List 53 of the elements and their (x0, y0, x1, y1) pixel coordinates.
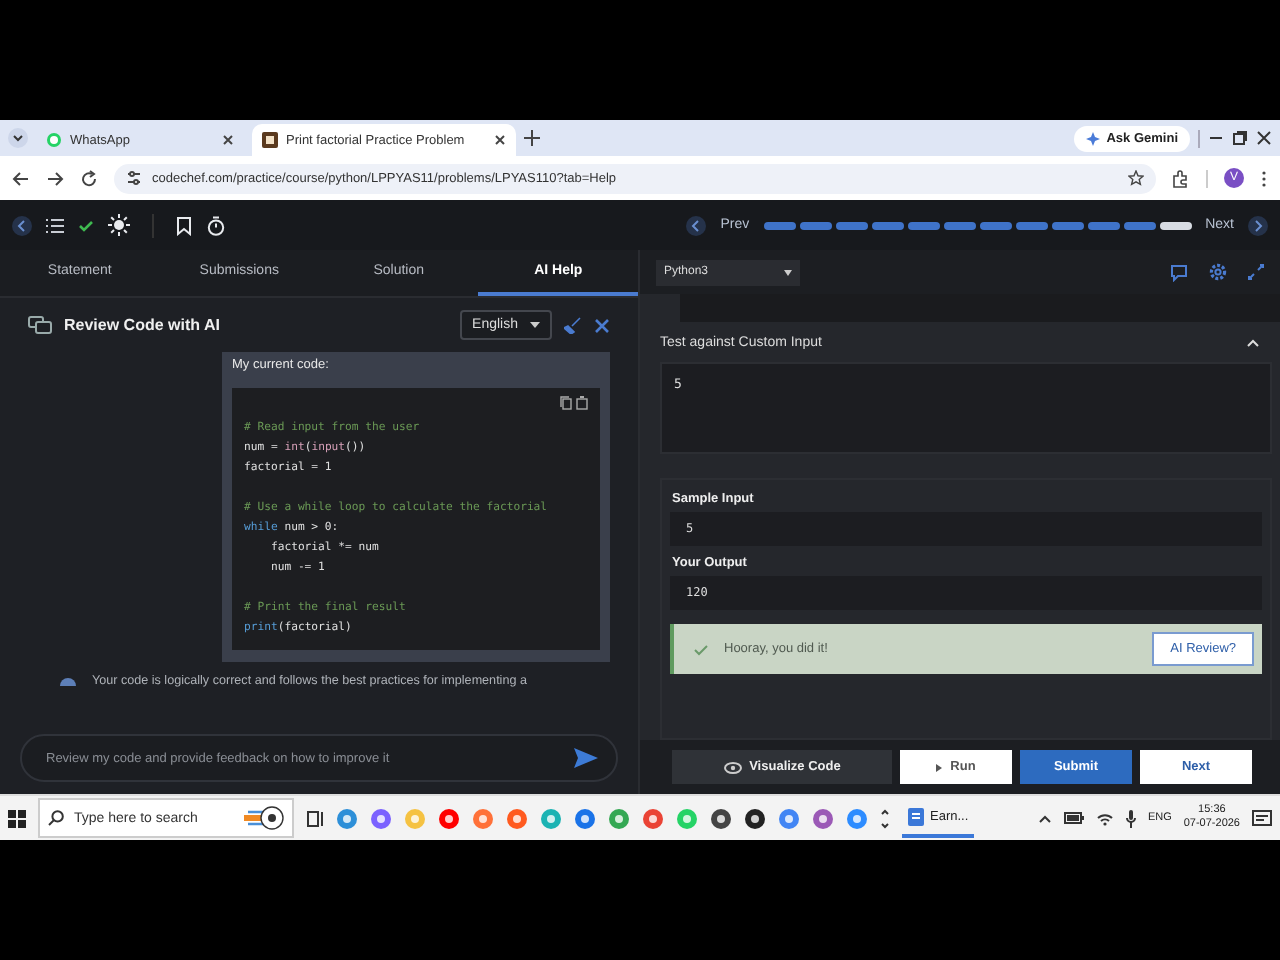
wifi-icon[interactable] (1095, 811, 1114, 825)
logo-icon (262, 132, 278, 148)
caret-down-icon (784, 269, 792, 275)
next-circle-icon[interactable] (1248, 215, 1268, 235)
forward-arrow-icon[interactable] (46, 169, 64, 187)
microphone-icon[interactable] (1125, 809, 1136, 827)
document-icon (908, 807, 924, 825)
close-icon[interactable] (494, 134, 506, 146)
list-icon[interactable] (46, 217, 64, 233)
notification-icon[interactable] (1252, 809, 1272, 827)
close-icon[interactable] (222, 134, 234, 146)
site-settings-icon (126, 170, 142, 186)
soccer-ball-drawing (240, 806, 284, 830)
chevron-up-icon[interactable] (1037, 813, 1052, 823)
check-icon (78, 217, 94, 233)
search-icon (48, 810, 64, 826)
panel-title: Review Code with AI (64, 316, 222, 334)
send-icon[interactable] (574, 748, 598, 768)
progress-step[interactable] (1159, 221, 1192, 229)
plus-icon[interactable] (524, 130, 540, 146)
prev-circle-icon[interactable] (686, 215, 707, 235)
insert-icon[interactable] (576, 396, 588, 410)
extension-icon[interactable] (1172, 169, 1190, 187)
expand-icon[interactable] (1248, 264, 1264, 280)
back-arrow-icon[interactable] (12, 169, 30, 187)
task-view-icon[interactable] (306, 809, 324, 827)
app-icon[interactable] (744, 807, 766, 829)
reload-icon[interactable] (80, 169, 98, 187)
settings-icon[interactable] (1208, 262, 1228, 282)
more-menu-icon[interactable] (1260, 169, 1268, 187)
scroll-arrows-icon[interactable] (880, 807, 890, 829)
sparkle-icon (1086, 131, 1101, 145)
comment-icon[interactable] (1170, 263, 1188, 281)
chat-bubble-icon (46, 132, 62, 148)
copy-icon[interactable] (560, 396, 572, 410)
check-icon (694, 643, 708, 655)
caret-down-icon (530, 322, 540, 328)
play-icon (936, 763, 943, 771)
restore-icon[interactable] (1232, 130, 1248, 146)
eye-icon (723, 761, 742, 773)
sun-icon[interactable] (108, 214, 130, 236)
star-icon[interactable] (1128, 170, 1144, 186)
close-icon[interactable] (1256, 130, 1272, 146)
timer-icon[interactable] (206, 215, 226, 235)
bot-avatar-icon (60, 674, 76, 686)
windows-logo-icon[interactable] (8, 809, 26, 827)
broom-icon[interactable] (564, 316, 582, 334)
battery-icon[interactable] (1063, 812, 1084, 824)
caret-down-icon[interactable] (8, 128, 28, 148)
app-icon[interactable] (710, 807, 732, 829)
chat-bubbles-icon (28, 316, 52, 334)
bookmark-icon[interactable] (176, 215, 192, 235)
back-circle-icon[interactable] (12, 215, 32, 235)
